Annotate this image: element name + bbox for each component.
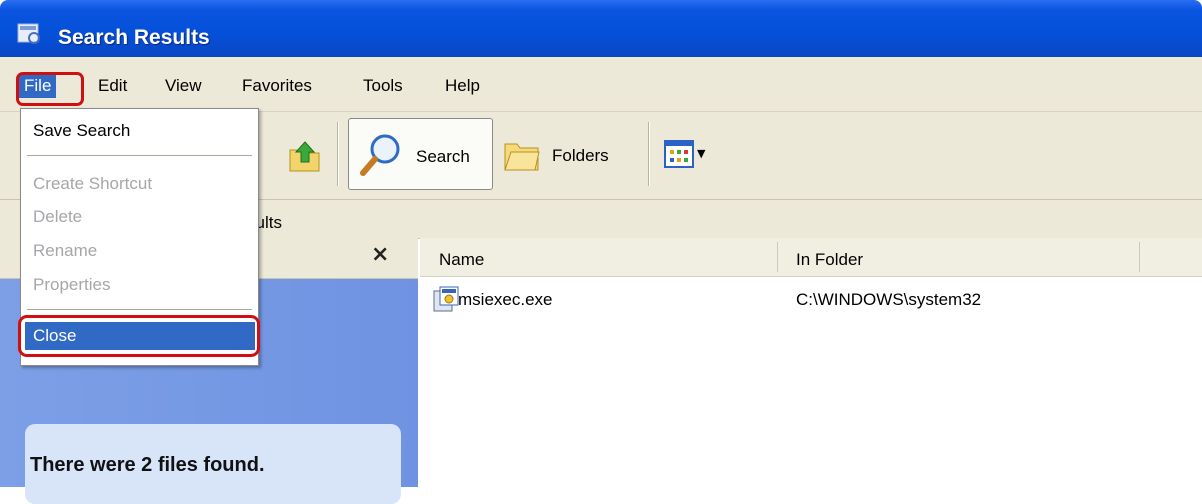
menu-bar: File Edit View Favorites Tools Help bbox=[0, 57, 1202, 112]
magnifier-icon bbox=[360, 134, 400, 176]
menu-favorites[interactable]: Favorites bbox=[242, 76, 312, 96]
views-icon bbox=[664, 140, 694, 168]
column-name[interactable]: Name bbox=[439, 250, 484, 270]
folders-button[interactable]: Folders bbox=[498, 118, 636, 190]
result-file-folder: C:\WINDOWS\system32 bbox=[796, 290, 982, 309]
results-count-text: There were 2 files found. bbox=[30, 454, 265, 476]
search-button-label: Search bbox=[416, 147, 470, 166]
views-button[interactable]: ▼ bbox=[660, 136, 708, 172]
menu-separator bbox=[27, 309, 252, 310]
menu-edit[interactable]: Edit bbox=[98, 76, 127, 96]
search-results-icon bbox=[17, 23, 40, 44]
exe-file-icon bbox=[433, 286, 459, 312]
title-bar[interactable]: Search Results bbox=[0, 0, 1202, 57]
menu-item-rename: Rename bbox=[33, 241, 98, 260]
close-icon[interactable]: × bbox=[371, 242, 389, 267]
menu-help[interactable]: Help bbox=[445, 76, 480, 96]
window-title: Search Results bbox=[58, 26, 210, 49]
menu-separator bbox=[27, 155, 252, 156]
menu-item-properties: Properties bbox=[33, 275, 111, 294]
up-folder-icon[interactable] bbox=[287, 138, 323, 174]
menu-item-delete: Delete bbox=[33, 207, 83, 226]
result-file-name[interactable]: msiexec.exe bbox=[458, 290, 552, 310]
menu-tools[interactable]: Tools bbox=[363, 76, 403, 96]
toolbar-separator bbox=[648, 122, 650, 186]
column-header: Name In Folder bbox=[420, 238, 1202, 277]
folders-icon bbox=[504, 143, 540, 171]
menu-item-save-search[interactable]: Save Search bbox=[33, 121, 130, 141]
column-in-folder[interactable]: In Folder bbox=[796, 250, 863, 270]
menu-item-create-shortcut: Create Shortcut bbox=[33, 174, 153, 193]
chevron-down-icon: ▼ bbox=[697, 147, 706, 160]
annotation-close-highlight bbox=[18, 315, 260, 357]
menu-view[interactable]: View bbox=[165, 76, 202, 96]
folders-button-label: Folders bbox=[552, 146, 609, 165]
annotation-file-highlight bbox=[16, 72, 84, 106]
column-divider[interactable] bbox=[1139, 242, 1140, 272]
toolbar-separator bbox=[337, 122, 339, 186]
column-divider[interactable] bbox=[777, 242, 778, 272]
search-button[interactable]: Search bbox=[348, 118, 493, 190]
